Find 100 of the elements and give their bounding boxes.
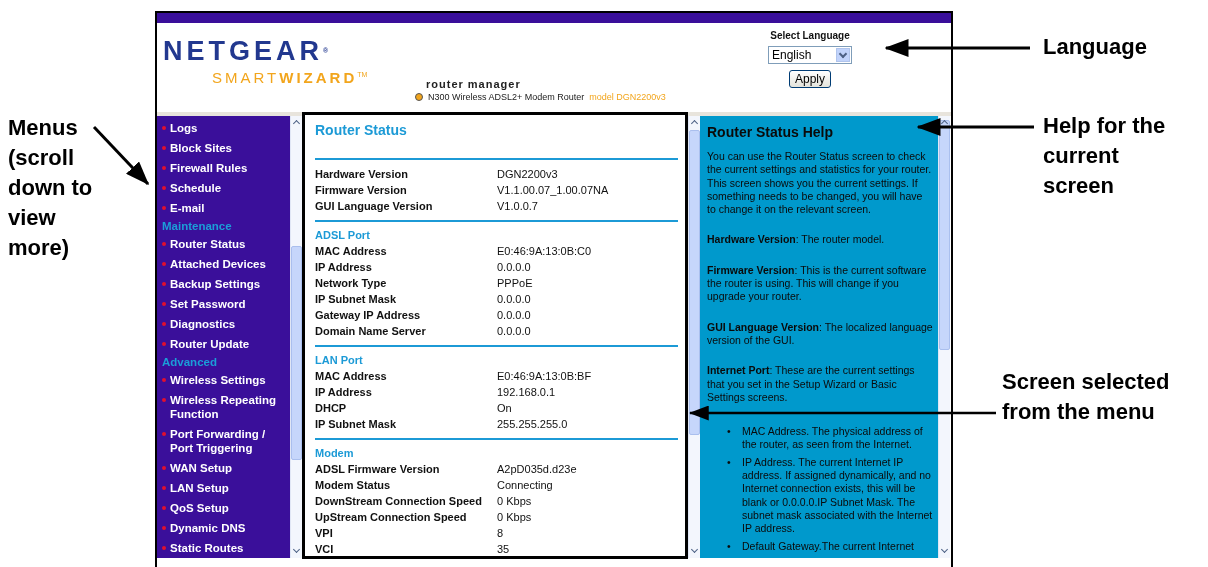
field-value: 0.0.0.0 [497, 308, 532, 323]
field-value: 192.168.0.1 [497, 385, 557, 400]
bullet-icon [162, 302, 166, 306]
bullet-icon [162, 282, 166, 286]
menu-heading: Advanced [161, 355, 218, 370]
field-label: IP Subnet Mask [315, 417, 398, 432]
callout-label: Help for the current screen [1043, 112, 1167, 200]
apply-button[interactable]: Apply [789, 70, 831, 88]
field-label: IP Address [315, 260, 373, 275]
field-value: PPPoE [497, 276, 534, 291]
menu-item[interactable]: E-mail [170, 201, 205, 215]
scrollbar[interactable] [938, 116, 950, 558]
field-value: 0 Kbps [497, 510, 533, 525]
field-label: ADSL Firmware Version [315, 462, 441, 477]
field-value: 255.255.255.0 [497, 417, 569, 432]
menu-item[interactable]: Diagnostics [170, 317, 236, 331]
help-bullet: MAC Address. The physical address of the router, as seen from the Internet. [742, 425, 924, 452]
menu-item[interactable]: Port Forwarding / Port Triggering [170, 427, 290, 455]
menu-item[interactable]: Wireless Settings [170, 373, 266, 387]
bullet-icon [162, 242, 166, 246]
callout-label: Screen selected from the menu [1002, 368, 1171, 426]
field-value: 0.0.0.0 [497, 292, 532, 307]
product-title: router manager [426, 78, 521, 91]
field-value: V1.1.00.07_1.00.07NA [497, 183, 610, 198]
field-value: 8 [497, 526, 505, 541]
field-value: 0.0.0.0 [497, 324, 532, 339]
field-label: MAC Address [315, 244, 388, 259]
field-label: VPI [315, 526, 334, 541]
bullet-icon [162, 466, 166, 470]
field-label: IP Subnet Mask [315, 292, 398, 307]
menu-item[interactable]: Firewall Rules [170, 161, 248, 175]
field-label: Domain Name Server [315, 324, 427, 339]
field-label: UpStream Connection Speed [315, 510, 468, 525]
scrollbar[interactable] [688, 116, 700, 558]
help-paragraph: Internet Port: These are the current settings that you set in the Setup Wizard or Basic Settings screens. [707, 364, 916, 405]
help-title: Router Status Help [707, 123, 834, 141]
menu-item[interactable]: Attached Devices [170, 257, 266, 271]
menu-item[interactable]: Router Update [170, 337, 250, 351]
bullet-icon [162, 506, 166, 510]
device-name: N300 Wireless ADSL2+ Modem Router [428, 91, 585, 103]
field-label: Gateway IP Address [315, 308, 422, 323]
field-value: 0 Kbps [497, 494, 533, 509]
bullet-icon [162, 432, 166, 436]
menu-item[interactable]: Static Routes [170, 541, 244, 555]
menu-item[interactable]: Router Status [170, 237, 246, 251]
field-label: DHCP [315, 401, 348, 416]
scrollbar[interactable] [290, 116, 302, 558]
help-paragraph: Firmware Version: This is the current software the router is using. This will change if you upgrade your router. [707, 263, 928, 304]
field-value: Connecting [497, 478, 554, 493]
menu-item[interactable]: WAN Setup [170, 461, 232, 475]
bullet-icon [162, 206, 166, 210]
callout-arrow [92, 125, 150, 186]
bullet-icon [162, 322, 166, 326]
callout-label: Language [1043, 33, 1148, 61]
field-value: E0:46:9A:13:0B:BF [497, 369, 593, 384]
bullet-icon [162, 398, 166, 402]
dot-icon [415, 93, 423, 101]
menu-item[interactable]: Logs [170, 121, 198, 135]
bullet-icon [162, 526, 166, 530]
callout-label: Menus (scroll down to view more) [8, 114, 94, 262]
field-label: Firmware Version [315, 183, 408, 198]
menu-item[interactable]: Dynamic DNS [170, 521, 246, 535]
menu-item[interactable]: LAN Setup [170, 481, 229, 495]
help-bullet: Default Gateway.The current Internet [742, 539, 914, 553]
field-value: On [497, 401, 513, 416]
section-heading: Modem [315, 446, 355, 461]
menu-item[interactable]: QoS Setup [170, 501, 229, 515]
menu-item[interactable]: Set Password [170, 297, 246, 311]
menu-item[interactable]: Block Sites [170, 141, 232, 155]
menu-item[interactable]: Schedule [170, 181, 222, 195]
field-value: V1.0.0.7 [497, 199, 539, 214]
field-value: 0.0.0.0 [497, 260, 532, 275]
field-label: Network Type [315, 276, 388, 291]
help-paragraph: GUI Language Version: The localized language version of the GUI. [707, 320, 934, 348]
bullet-mark: • [727, 539, 732, 553]
help-bullet: IP Address. The current Internet IP address. If assigned dynamically, and no Internet connection exists, this will be blank or 0.0.0.0.IP Subnet Mask. The subnet mask associated with the Internet IP address. [742, 455, 934, 536]
language-dropdown[interactable]: English [768, 46, 852, 64]
language-label: Select Language [770, 29, 850, 43]
panel-title: Router Status [315, 121, 408, 139]
field-value: DGN2200v3 [497, 167, 559, 182]
bullet-icon [162, 186, 166, 190]
bullet-icon [162, 342, 166, 346]
section-heading: LAN Port [315, 353, 364, 368]
field-label: Modem Status [315, 478, 392, 493]
field-label: IP Address [315, 385, 373, 400]
field-label: GUI Language Version [315, 199, 434, 214]
field-label: MAC Address [315, 369, 388, 384]
bullet-mark: • [727, 425, 732, 440]
bullet-icon [162, 378, 166, 382]
help-paragraph: Hardware Version: The router model. [707, 233, 886, 247]
field-value: A2pD035d.d23e [497, 462, 578, 477]
model-name: model DGN2200v3 [589, 91, 666, 103]
bullet-icon [162, 166, 166, 170]
section-heading: ADSL Port [315, 228, 371, 243]
menu-item[interactable]: Wireless Repeating Function [170, 393, 290, 421]
bullet-icon [162, 486, 166, 490]
bullet-icon [162, 126, 166, 130]
bullet-icon [162, 546, 166, 550]
field-label: Hardware Version [315, 167, 409, 182]
menu-item[interactable]: Backup Settings [170, 277, 261, 291]
